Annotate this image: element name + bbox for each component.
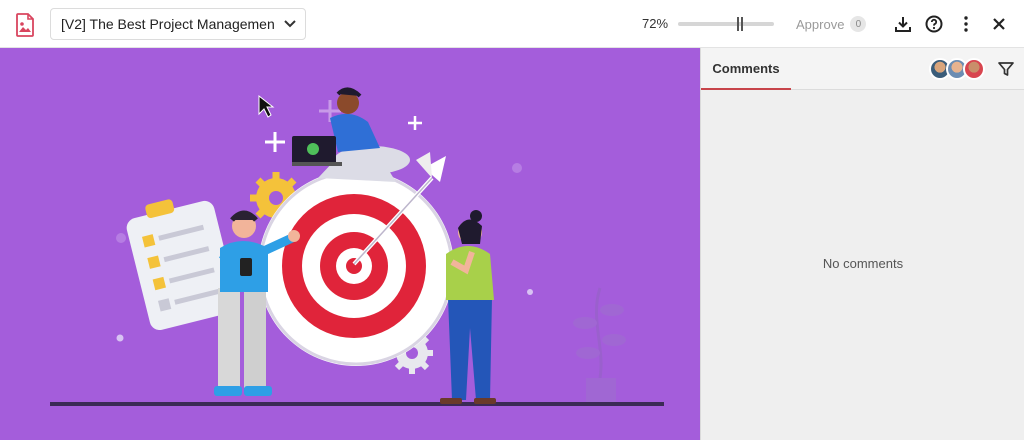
approve-count-badge: 0 bbox=[850, 16, 867, 32]
close-icon[interactable] bbox=[988, 13, 1010, 35]
download-icon[interactable] bbox=[892, 13, 914, 35]
reviewer-avatars[interactable] bbox=[929, 58, 989, 80]
more-vertical-icon[interactable] bbox=[955, 13, 977, 35]
chevron-down-icon bbox=[283, 17, 297, 31]
target-illustration bbox=[50, 87, 664, 406]
zoom-slider[interactable] bbox=[678, 17, 774, 31]
plant-decoration bbox=[573, 287, 626, 402]
version-select[interactable]: [V2] The Best Project Managemen bbox=[50, 8, 306, 40]
empty-comments-message: No comments bbox=[822, 256, 904, 271]
tab-comments[interactable]: Comments bbox=[701, 48, 791, 90]
approve-label: Approve bbox=[796, 16, 845, 32]
ground-line bbox=[50, 402, 664, 406]
proofing-app: [V2] The Best Project Managemen 72% Appr… bbox=[0, 0, 1024, 440]
document-image-icon[interactable] bbox=[12, 12, 38, 38]
help-icon[interactable] bbox=[923, 13, 945, 35]
cursor-arrow-icon bbox=[258, 94, 275, 118]
zoom-track bbox=[678, 22, 774, 26]
comments-panel-header: Comments bbox=[701, 48, 1024, 90]
man-with-laptop bbox=[292, 87, 410, 182]
approve-button[interactable]: Approve 0 bbox=[796, 12, 867, 36]
filter-icon[interactable] bbox=[997, 60, 1015, 78]
tab-comments-label: Comments bbox=[712, 60, 780, 76]
zoom-level: 72% bbox=[642, 16, 669, 31]
zoom-thumb[interactable] bbox=[737, 17, 743, 31]
avatar[interactable] bbox=[963, 58, 985, 80]
document-title: [V2] The Best Project Managemen bbox=[61, 16, 275, 32]
comments-panel: Comments No comments bbox=[700, 48, 1024, 440]
target-board bbox=[258, 170, 454, 366]
top-bar: [V2] The Best Project Managemen 72% Appr… bbox=[0, 0, 1024, 48]
proof-canvas[interactable] bbox=[0, 48, 700, 440]
